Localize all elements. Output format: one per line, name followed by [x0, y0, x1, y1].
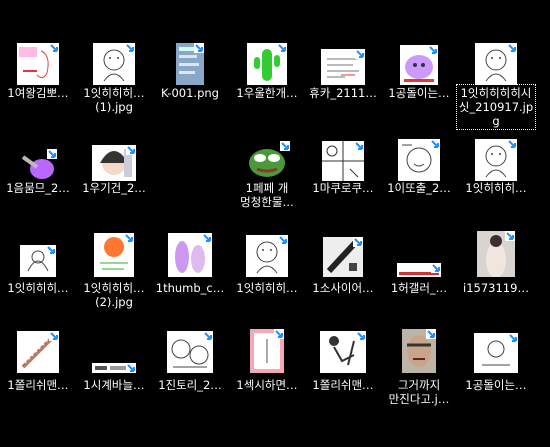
- file-name: 1공돌이는…: [465, 378, 527, 392]
- shortcut-arrow-icon: [277, 43, 287, 53]
- shortcut-arrow-icon: [274, 329, 284, 339]
- shortcut-arrow-icon: [278, 235, 288, 245]
- file-thumbnail[interactable]: [0, 25, 76, 85]
- file-name: 1잇히히히…: [236, 281, 298, 295]
- shortcut-arrow-icon: [124, 233, 134, 243]
- file-thumbnail[interactable]: [305, 25, 381, 85]
- shortcut-arrow-icon: [431, 263, 441, 273]
- file-thumbnail[interactable]: [458, 313, 534, 373]
- shortcut-arrow-icon: [507, 43, 517, 53]
- shortcut-arrow-icon: [508, 333, 518, 343]
- file-thumbnail[interactable]: [229, 313, 305, 373]
- file-thumbnail[interactable]: [76, 25, 152, 85]
- file-thumbnail[interactable]: [381, 121, 457, 181]
- shortcut-arrow-icon: [49, 43, 59, 53]
- shortcut-arrow-icon: [126, 145, 136, 155]
- file-thumbnail[interactable]: [152, 313, 228, 373]
- file-name: 1우기건_2…: [82, 181, 146, 195]
- file-name: 1허갤러_…: [390, 281, 448, 295]
- shortcut-arrow-icon: [505, 231, 515, 241]
- file-name: 1잇히히히…: [465, 181, 527, 195]
- shortcut-arrow-icon: [125, 43, 135, 53]
- file-name: 1진토리_2…: [158, 378, 222, 392]
- shortcut-arrow-icon: [426, 329, 436, 339]
- file-thumbnail[interactable]: [305, 217, 381, 277]
- file-name: 1우울한개…: [236, 86, 298, 100]
- file-name: K-001.png: [161, 86, 219, 100]
- file-thumbnail[interactable]: [229, 25, 305, 85]
- file-thumbnail[interactable]: [152, 217, 228, 277]
- shortcut-arrow-icon: [202, 233, 212, 243]
- shortcut-arrow-icon: [47, 149, 57, 159]
- file-name: 1쫄리쉬맨…: [7, 378, 69, 392]
- shortcut-arrow-icon: [49, 331, 59, 341]
- shortcut-arrow-icon: [355, 49, 365, 59]
- file-name: 1thumb_c…: [155, 281, 225, 295]
- file-thumbnail[interactable]: [229, 121, 305, 181]
- file-name: 1섹시하면…: [236, 378, 298, 392]
- shortcut-arrow-icon: [507, 139, 517, 149]
- file-thumbnail[interactable]: [152, 25, 228, 85]
- file-name: 1잇히히히… (2).jpg: [83, 281, 145, 309]
- file-name: 1음뭄므_2…: [6, 181, 70, 195]
- file-thumbnail[interactable]: [381, 25, 457, 85]
- shortcut-arrow-icon: [356, 331, 366, 341]
- shortcut-arrow-icon: [46, 245, 56, 255]
- file-thumbnail[interactable]: [458, 217, 534, 277]
- shortcut-arrow-icon: [428, 45, 438, 55]
- file-thumbnail[interactable]: [0, 217, 76, 277]
- file-name: 휴카_2111…: [309, 86, 377, 100]
- file-thumbnail[interactable]: [381, 217, 457, 277]
- shortcut-arrow-icon: [203, 331, 213, 341]
- file-name: 1공돌이는…: [388, 86, 450, 100]
- file-name: 1마쿠로쿠…: [312, 181, 374, 195]
- shortcut-arrow-icon: [194, 43, 204, 53]
- shortcut-arrow-icon: [280, 141, 290, 151]
- shortcut-arrow-icon: [126, 363, 136, 373]
- shortcut-arrow-icon: [353, 237, 363, 247]
- shortcut-arrow-icon: [354, 141, 364, 151]
- file-thumbnail[interactable]: [305, 313, 381, 373]
- file-thumbnail[interactable]: [458, 25, 534, 85]
- file-thumbnail[interactable]: [229, 217, 305, 277]
- file-grid: 1여왕김뽀… 1잇히히히… (1).jpg K-001.png 1우울한개… 휴카_21…: [0, 0, 550, 447]
- file-name: 1잇히히히…: [7, 281, 69, 295]
- file-name: 1시계바늘…: [83, 378, 145, 392]
- file-name: i1573119…: [463, 281, 529, 295]
- file-thumbnail[interactable]: [76, 121, 152, 181]
- file-name: 1이또출_2…: [387, 181, 451, 195]
- file-name: 1잇히히히… (1).jpg: [83, 86, 145, 114]
- file-thumbnail[interactable]: [0, 313, 76, 373]
- file-thumbnail[interactable]: [458, 121, 534, 181]
- file-thumbnail[interactable]: [76, 217, 152, 277]
- file-thumbnail[interactable]: [0, 121, 76, 181]
- file-thumbnail[interactable]: [76, 313, 152, 373]
- file-thumbnail[interactable]: [305, 121, 381, 181]
- file-thumbnail[interactable]: [381, 313, 457, 373]
- file-name: 1쫄리쉬맨…: [312, 378, 374, 392]
- file-name: 1소사이어…: [312, 281, 374, 295]
- file-name: 1페페 개 멍청한물…: [240, 181, 294, 209]
- shortcut-arrow-icon: [430, 139, 440, 149]
- file-name: 그거까지 만진다고.j…: [388, 378, 450, 406]
- file-name: 1여왕김뽀…: [7, 86, 69, 100]
